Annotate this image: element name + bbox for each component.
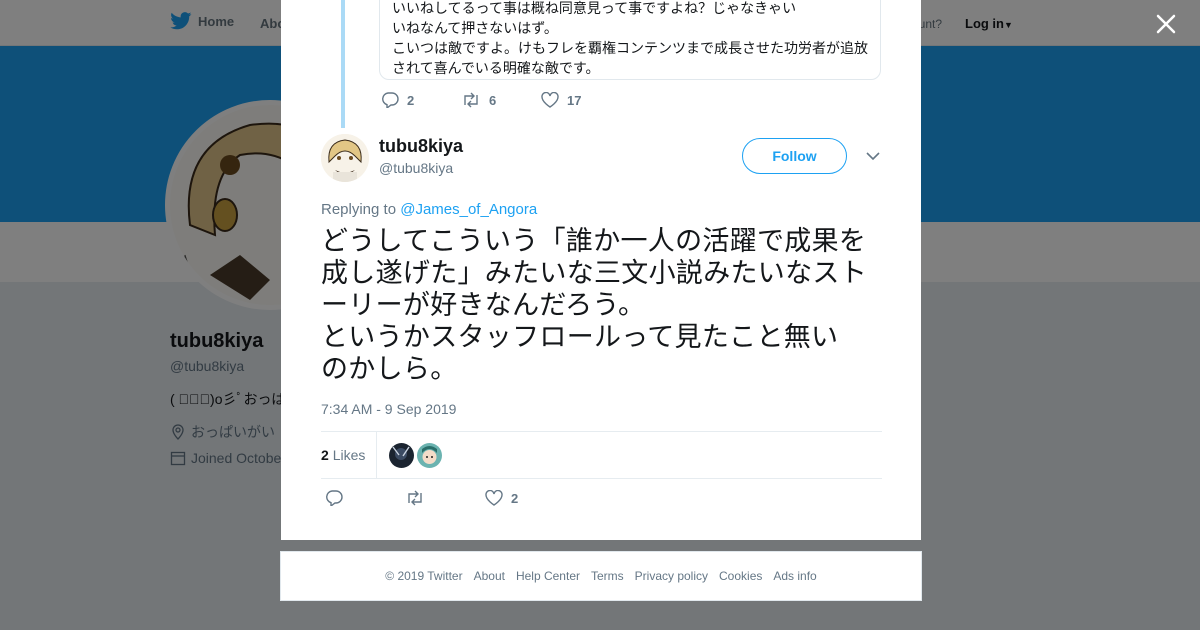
parent-reply-button[interactable]: 2 — [381, 92, 461, 108]
reply-button[interactable] — [325, 490, 405, 506]
tweet-text: どうしてこういう「誰か一人の活躍で成果を 成し遂げた」みたいな三文小説みたいなス… — [321, 226, 886, 386]
reply-icon — [326, 490, 343, 506]
tweet-modal: いいねしてるって事は概ね同意見って事ですよね？じゃなきゃい いねなんて押さないは… — [281, 0, 921, 540]
retweet-icon — [408, 490, 422, 506]
parent-retweet-button[interactable]: 6 — [461, 92, 541, 108]
chevron-down-icon[interactable] — [865, 150, 881, 162]
stats-divider — [376, 432, 377, 479]
tweet-stats: 2 Likes — [321, 431, 882, 479]
footer-link-help-center[interactable]: Help Center — [516, 569, 580, 583]
tweet-author-avatar[interactable] — [321, 134, 369, 182]
like-button[interactable]: 2 — [485, 490, 565, 506]
parent-tweet-line: いいねしてるって事は概ね同意見って事ですよね？じゃなきゃい — [392, 1, 797, 17]
parent-tweet-text: いいねしてるって事は概ね同意見って事ですよね？じゃなきゃい いねなんて押さないは… — [379, 0, 881, 80]
heart-icon — [485, 490, 503, 506]
likes-stat[interactable]: 2 Likes — [321, 447, 365, 463]
liker-avatar[interactable] — [389, 443, 414, 468]
tweet-actions: 2 — [325, 490, 565, 506]
tweet-timestamp[interactable]: 7:34 AM - 9 Sep 2019 — [321, 401, 456, 417]
footer-link-about[interactable]: About — [474, 569, 505, 583]
parent-retweet-count: 6 — [489, 92, 497, 108]
parent-like-count: 17 — [567, 92, 582, 108]
liker-avatar[interactable] — [417, 443, 442, 468]
parent-tweet-line: いねなんて押さないはず。 — [392, 21, 558, 37]
tweet-text-line: どうしてこういう「誰か一人の活躍で成果を — [321, 226, 867, 257]
parent-tweet-line: こいつは敵ですよ。けもフレを覇権コンテンツまで成長させた功労者が追放 — [392, 41, 868, 57]
retweet-button[interactable] — [405, 490, 485, 506]
likes-count: 2 — [321, 447, 329, 463]
parent-reply-count: 2 — [407, 92, 415, 108]
close-icon[interactable] — [1152, 10, 1180, 38]
tweet-author-handle[interactable]: @tubu8kiya — [379, 160, 453, 176]
footer-link-cookies[interactable]: Cookies — [719, 569, 762, 583]
footer-link-ads-info[interactable]: Ads info — [773, 569, 816, 583]
follow-button[interactable]: Follow — [742, 138, 847, 174]
footer-link-terms[interactable]: Terms — [591, 569, 624, 583]
like-count: 2 — [511, 490, 519, 506]
parent-tweet-line: されて喜んでいる明確な敵です。 — [392, 61, 600, 77]
site-footer: © 2019 Twitter About Help Center Terms P… — [280, 551, 922, 601]
footer-copyright: © 2019 Twitter — [385, 569, 463, 583]
parent-tweet-actions: 2 6 17 — [381, 92, 621, 108]
parent-like-button[interactable]: 17 — [541, 92, 621, 108]
thread-connector-line — [341, 0, 345, 128]
retweet-icon — [464, 92, 478, 108]
tweet-author-name[interactable]: tubu8kiya — [379, 136, 463, 157]
footer-link-privacy[interactable]: Privacy policy — [635, 569, 708, 583]
replying-to-prefix: Replying to — [321, 201, 397, 218]
likes-label: Likes — [332, 447, 366, 463]
liker-avatar-image — [417, 443, 442, 468]
replying-to: Replying to @James_of_Angora — [321, 201, 537, 218]
tweet-text-line: ーリーが好きなんだろう。 — [321, 290, 646, 321]
tweet-text-line: のかしら。 — [321, 354, 458, 385]
replying-to-link[interactable]: @James_of_Angora — [400, 201, 537, 218]
tweet-text-line: 成し遂げた」みたいな三文小説みたいなスト — [321, 258, 867, 289]
liker-avatar-image — [389, 443, 414, 468]
reply-icon — [382, 92, 399, 108]
tweet-author-avatar-image — [321, 134, 369, 182]
heart-icon — [541, 92, 559, 108]
tweet-text-line: というかスタッフロールって見たこと無い — [321, 322, 839, 353]
